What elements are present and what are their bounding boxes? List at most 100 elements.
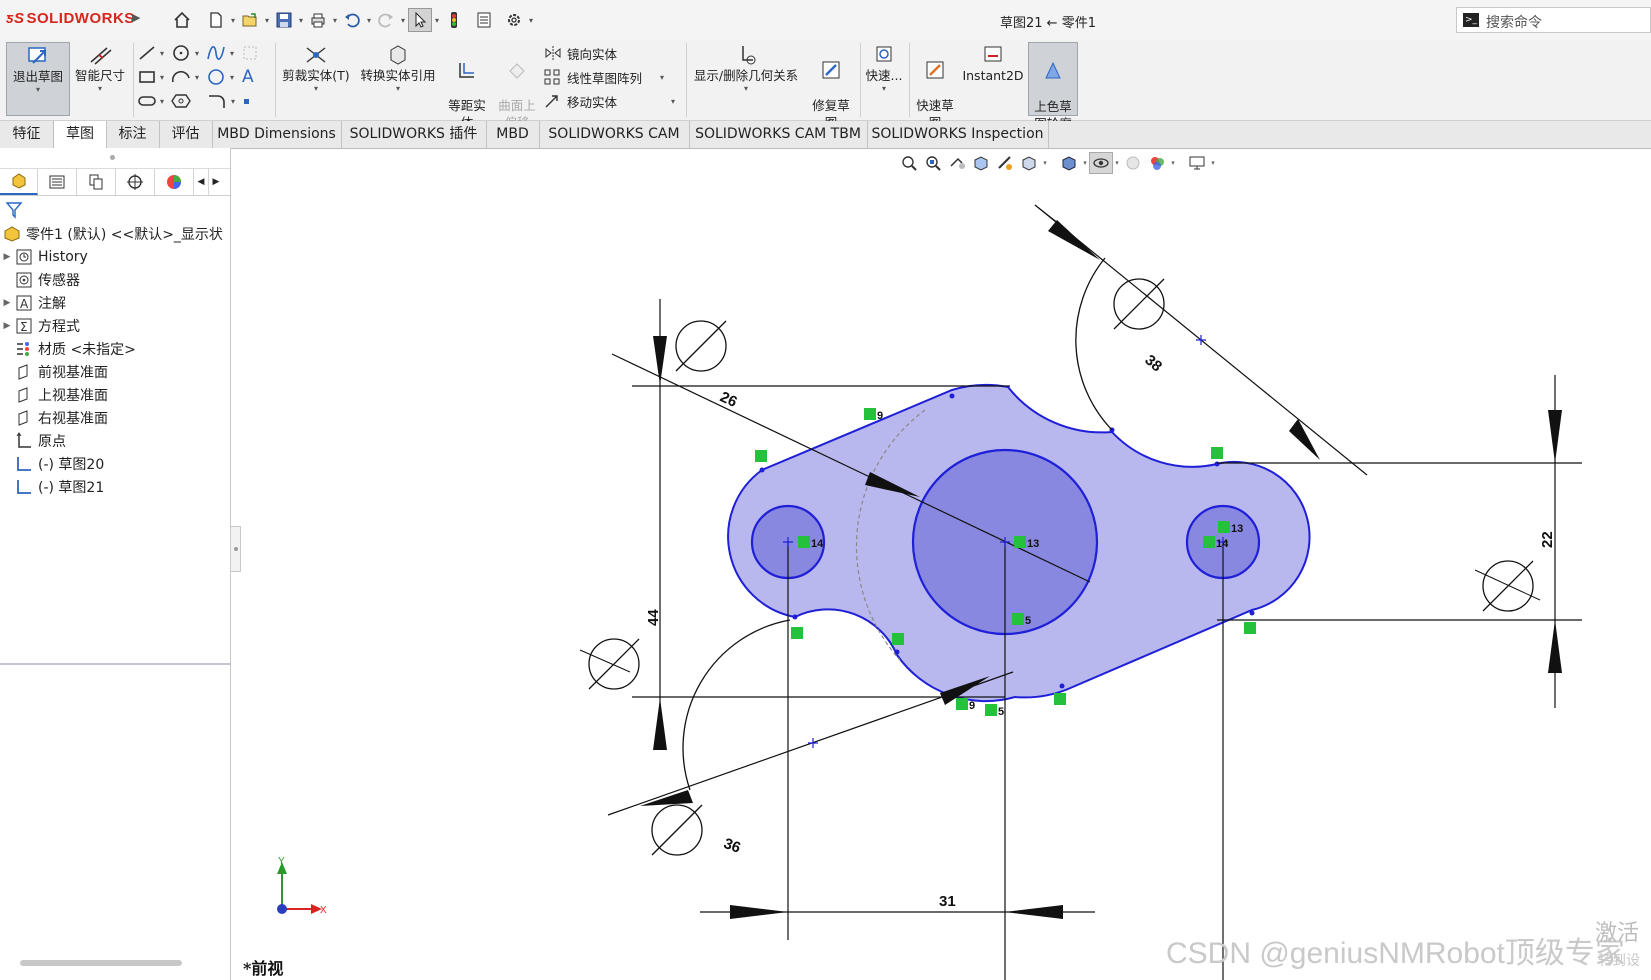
home-icon[interactable] — [170, 8, 194, 32]
tab-evaluate[interactable]: 评估 — [159, 121, 213, 148]
file-properties-icon[interactable] — [472, 8, 496, 32]
tree-item[interactable]: 原点 — [0, 429, 230, 452]
rectangle-tool[interactable]: ▾ ▾ ▾ A — [137, 66, 254, 88]
point-icon[interactable] — [241, 92, 253, 110]
tree-item-label: History — [38, 248, 88, 265]
dimxpert-tab-icon[interactable] — [116, 169, 155, 195]
tree-item[interactable]: ▶ History — [0, 245, 230, 268]
panel-splitter[interactable] — [0, 663, 230, 665]
instant2d-button[interactable]: Instant2D — [962, 42, 1024, 84]
graphics-area[interactable]: 26 38 44 22 36 31 9 14 13 13 14 5 9 5 Y … — [231, 148, 1651, 980]
menu-expand-icon[interactable]: ▶ — [132, 11, 140, 24]
expand-arrow-icon[interactable]: ▶ — [0, 298, 14, 308]
tree-item[interactable]: 前视基准面 — [0, 360, 230, 383]
tree-item-label: 方程式 — [38, 318, 80, 335]
undo-icon[interactable] — [340, 8, 364, 32]
panel-grip-icon[interactable] — [110, 155, 115, 160]
tab-solidworks-cam-tbm[interactable]: SOLIDWORKS CAM TBM — [689, 121, 868, 148]
tab-sketch[interactable]: 草图 — [53, 121, 107, 148]
dimension-22[interactable]: 22 — [1539, 531, 1556, 548]
convert-entities-button[interactable]: 转换实体引用 ▾ — [356, 42, 440, 93]
tree-root-part[interactable]: 零件1 (默认) <<默认>_显示状 — [0, 222, 230, 245]
shaded-sketch-contours-button[interactable]: 上色草 图轮廓 — [1028, 42, 1078, 131]
line-tool[interactable]: ▾ ▾ ▾ — [137, 42, 260, 64]
dimension-31[interactable]: 31 — [939, 893, 956, 910]
tree-item[interactable]: 右视基准面 — [0, 406, 230, 429]
panel-tabs: ◀ ▶ — [0, 169, 230, 196]
tab-mbd-dimensions[interactable]: MBD Dimensions — [212, 121, 342, 148]
exit-sketch-button[interactable]: 退出草图 ▾ — [6, 42, 70, 116]
tabs-scroll-right-icon[interactable]: ▶ — [209, 169, 223, 195]
options-dropdown-icon[interactable]: ▾ — [526, 16, 536, 25]
slot-tool[interactable]: ▾ ▾ — [137, 90, 253, 112]
tree-item[interactable]: (-) 草图20 — [0, 452, 230, 475]
new-document-icon[interactable] — [204, 8, 228, 32]
spline-icon[interactable] — [205, 44, 227, 62]
equation-icon: Σ — [14, 317, 34, 335]
open-dropdown-icon[interactable]: ▾ — [262, 16, 272, 25]
tree-item[interactable]: 材质 <未指定> — [0, 337, 230, 360]
relation-tag-14a: 14 — [811, 538, 824, 550]
move-entities-button[interactable]: 移动实体 ▾ — [543, 90, 675, 112]
options-gear-icon[interactable] — [502, 8, 526, 32]
print-icon[interactable] — [306, 8, 330, 32]
feature-manager-tab-icon[interactable] — [0, 169, 38, 195]
tree-filter[interactable] — [0, 196, 230, 222]
redo-icon[interactable] — [374, 8, 398, 32]
mirror-entities-button[interactable]: 镜向实体 — [543, 42, 617, 64]
search-commands-input[interactable]: >_ 搜索命令 — [1456, 7, 1651, 33]
tab-features[interactable]: 特征 — [0, 121, 54, 148]
tree-item[interactable]: ▶ Σ 方程式 — [0, 314, 230, 337]
relation-tag-5b: 5 — [998, 706, 1004, 718]
tab-solidworks-addins[interactable]: SOLIDWORKS 插件 — [341, 121, 487, 148]
tabs-scroll-left-icon[interactable]: ◀ — [194, 169, 209, 195]
quick-snaps-button[interactable]: 快速... ▾ — [862, 42, 906, 93]
select-dropdown-icon[interactable]: ▾ — [432, 16, 442, 25]
tab-markup[interactable]: 标注 — [106, 121, 160, 148]
tree-item[interactable]: (-) 草图21 — [0, 475, 230, 498]
relation-tag-5a: 5 — [1025, 615, 1031, 627]
display-manager-tab-icon[interactable] — [155, 169, 194, 195]
triad-x-label: X — [320, 905, 327, 916]
save-dropdown-icon[interactable]: ▾ — [296, 16, 306, 25]
fillet-icon[interactable] — [206, 92, 228, 110]
solidworks-logo[interactable]: ƽS SOLIDWORKS — [6, 10, 135, 27]
tab-solidworks-inspection[interactable]: SOLIDWORKS Inspection — [867, 121, 1049, 148]
tree-item[interactable]: ▶ A 注解 — [0, 291, 230, 314]
property-manager-tab-icon[interactable] — [38, 169, 77, 195]
dimension-26[interactable]: 26 — [717, 388, 739, 410]
tab-solidworks-cam[interactable]: SOLIDWORKS CAM — [539, 121, 690, 148]
arc-icon[interactable] — [170, 68, 192, 86]
dimension-36[interactable]: 36 — [721, 835, 742, 857]
circle-icon[interactable] — [170, 44, 192, 62]
select-cursor-icon[interactable] — [408, 8, 432, 32]
trim-entities-button[interactable]: 剪裁实体(T) ▾ — [280, 42, 352, 93]
redo-dropdown-icon[interactable]: ▾ — [398, 16, 408, 25]
expand-arrow-icon[interactable]: ▶ — [0, 321, 14, 331]
rectangle-icon — [139, 71, 155, 83]
plane-sketch-icon[interactable] — [240, 44, 260, 62]
smart-dimension-button[interactable]: 智能尺寸 ▾ — [70, 42, 130, 93]
dimension-38[interactable]: 38 — [1141, 351, 1165, 375]
rebuild-traffic-light-icon[interactable] — [442, 8, 466, 32]
linear-pattern-button[interactable]: 线性草图阵列 ▾ — [543, 66, 664, 88]
display-delete-relations-button[interactable]: 显示/删除几何关系 ▾ — [690, 42, 802, 93]
line-icon — [139, 46, 155, 60]
relation-tag-13b: 13 — [1231, 523, 1243, 535]
command-manager-tabs: 特征 草图 标注 评估 MBD Dimensions SOLIDWORKS 插件… — [0, 121, 1651, 149]
undo-dropdown-icon[interactable]: ▾ — [364, 16, 374, 25]
text-tool-icon[interactable]: A — [242, 67, 254, 87]
expand-arrow-icon[interactable]: ▶ — [0, 252, 14, 262]
tab-mbd[interactable]: MBD — [486, 121, 540, 148]
save-icon[interactable] — [272, 8, 296, 32]
polygon-icon[interactable] — [205, 68, 227, 86]
panel-horizontal-scrollbar[interactable] — [20, 960, 182, 966]
new-dropdown-icon[interactable]: ▾ — [228, 16, 238, 25]
dimension-44[interactable]: 44 — [645, 609, 662, 626]
configuration-manager-tab-icon[interactable] — [77, 169, 116, 195]
open-folder-icon[interactable] — [238, 8, 262, 32]
tree-item[interactable]: 传感器 — [0, 268, 230, 291]
hexagon-icon[interactable] — [170, 92, 192, 110]
print-dropdown-icon[interactable]: ▾ — [330, 16, 340, 25]
tree-item[interactable]: 上视基准面 — [0, 383, 230, 406]
